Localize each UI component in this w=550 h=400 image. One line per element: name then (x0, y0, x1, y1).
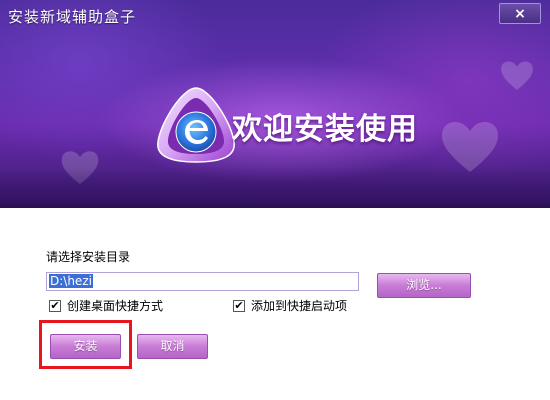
quick-launch-label: 添加到快捷启动项 (251, 299, 348, 313)
install-dir-label: 请选择安装目录 (46, 250, 131, 264)
desktop-shortcut-option[interactable]: ✔ 创建桌面快捷方式 (49, 297, 163, 314)
desktop-shortcut-checkbox[interactable]: ✔ (49, 299, 61, 312)
banner-divider (0, 205, 550, 208)
cancel-button[interactable]: 取消 (137, 334, 208, 359)
installer-window: 安装新域辅助盒子 × 欢迎安装使用 请选择安装目录 D:\hezi 浏览... (0, 0, 550, 400)
window-title: 安装新域辅助盒子 (8, 8, 137, 26)
install-path-value: D:\hezi (49, 274, 93, 288)
e-logo-icon (157, 87, 235, 163)
highlight-box (39, 320, 132, 369)
desktop-shortcut-label: 创建桌面快捷方式 (67, 299, 164, 313)
install-path-input[interactable]: D:\hezi (46, 272, 359, 291)
browse-button[interactable]: 浏览... (377, 273, 471, 298)
banner-fade (0, 167, 550, 207)
quick-launch-checkbox[interactable]: ✔ (233, 299, 245, 312)
quick-launch-option[interactable]: ✔ 添加到快捷启动项 (233, 297, 347, 314)
close-icon: × (514, 6, 526, 22)
close-button[interactable]: × (499, 3, 541, 24)
welcome-heading: 欢迎安装使用 (232, 112, 418, 147)
heart-decoration-icon (501, 61, 533, 90)
